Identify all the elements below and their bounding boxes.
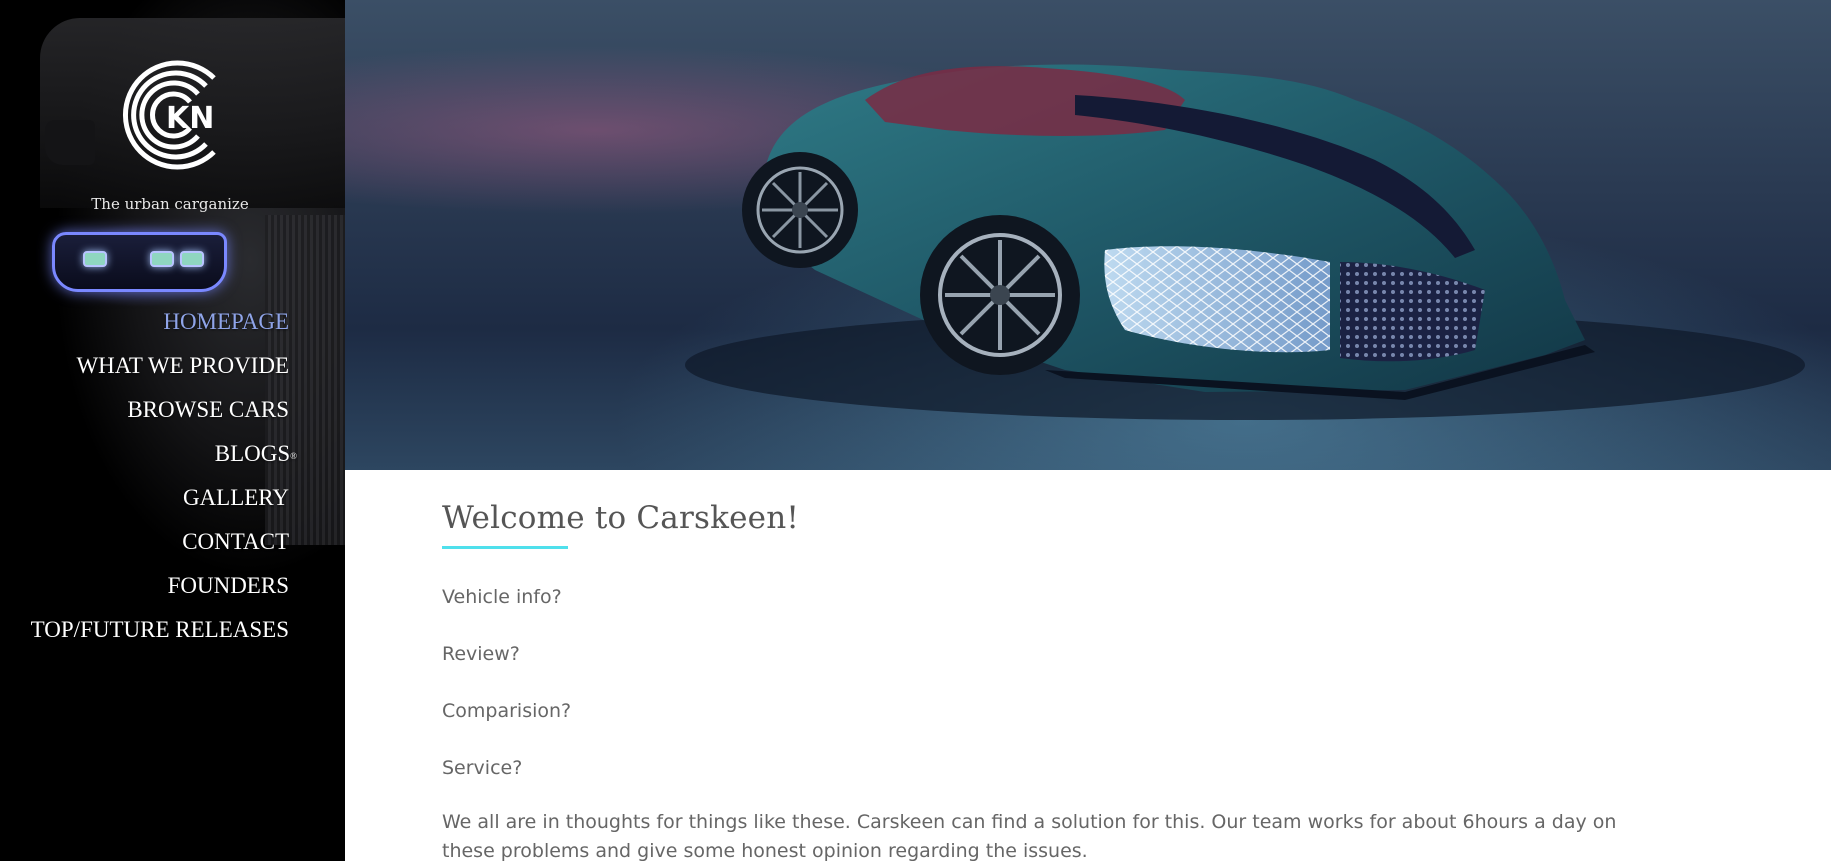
logo-text: KN — [166, 101, 214, 136]
site-logo[interactable]: KN — [114, 56, 224, 174]
title-underline — [442, 546, 568, 549]
headlight-lamp — [180, 251, 204, 267]
nav-item-gallery[interactable]: GALLERY — [31, 476, 289, 520]
headlight-lamp — [83, 251, 107, 267]
question-comparision: Comparision? — [442, 700, 572, 722]
nav-item-label: FOUNDERS — [167, 573, 289, 598]
intro-paragraph: We all are in thoughts for things like t… — [442, 811, 1617, 862]
page-title: Welcome to Carskeen! — [442, 500, 800, 536]
nav-item-label: BLOGS — [214, 441, 291, 466]
sidebar-background-headlight — [52, 232, 227, 292]
question-service: Service? — [442, 757, 523, 779]
nav-item-label: TOP/FUTURE RELEASES — [30, 617, 289, 642]
sidebar-background-car-mirror — [45, 120, 95, 165]
question-vehicle-info: Vehicle info? — [442, 586, 562, 608]
logo-icon: KN — [123, 60, 216, 170]
hero-car-image — [685, 64, 1805, 420]
nav-item-what-we-provide[interactable]: WHAT WE PROVIDE — [31, 344, 289, 388]
nav-item-label: WHAT WE PROVIDE — [76, 353, 289, 378]
nav-item-contact[interactable]: CONTACT — [31, 520, 289, 564]
nav-item-label: CONTACT — [182, 529, 289, 554]
headlight-lamp — [150, 251, 174, 267]
nav-item-homepage[interactable]: HOMEPAGE — [31, 300, 289, 344]
main-navigation: HOMEPAGE WHAT WE PROVIDE BROWSE CARS BLO… — [31, 300, 297, 652]
brand-tagline: The urban carganize — [91, 195, 249, 213]
registered-mark: ® — [290, 451, 297, 461]
nav-item-founders[interactable]: FOUNDERS — [31, 564, 289, 608]
question-review: Review? — [442, 643, 520, 665]
nav-item-top-future-releases[interactable]: TOP/FUTURE RELEASES — [31, 608, 289, 652]
nav-item-blogs[interactable]: BLOGS® — [31, 432, 297, 476]
hero-banner — [345, 0, 1831, 470]
nav-item-label: BROWSE CARS — [127, 397, 289, 422]
nav-item-label: HOMEPAGE — [163, 309, 289, 334]
sidebar: KN The urban carganize HOMEPAGE WHAT WE … — [0, 0, 345, 861]
main-content: Welcome to Carskeen! Vehicle info? Revie… — [442, 500, 1622, 862]
nav-item-browse-cars[interactable]: BROWSE CARS — [31, 388, 289, 432]
nav-item-label: GALLERY — [182, 485, 289, 510]
